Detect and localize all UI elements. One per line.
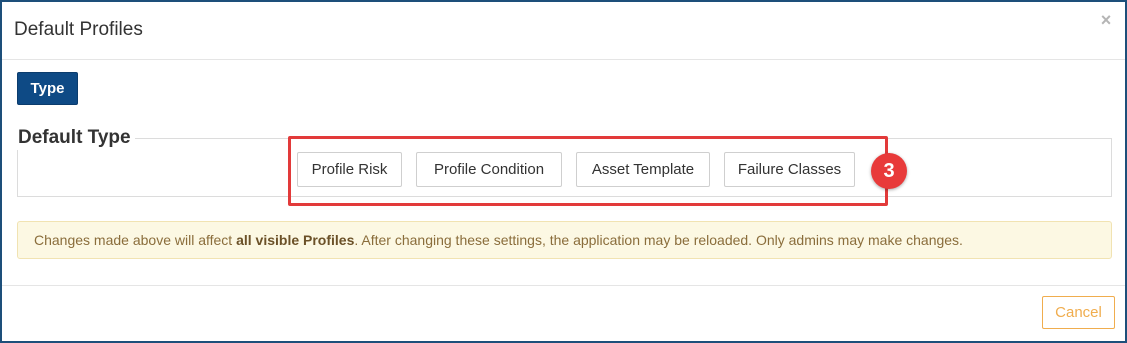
dialog-header: Default Profiles × [2,2,1125,60]
footer-divider [2,285,1125,286]
alert-bold-text: all visible Profiles [236,232,355,248]
type-button[interactable]: Type [17,72,78,105]
default-profiles-dialog: Default Profiles × Type Default Type Pro… [0,0,1127,343]
dialog-title: Default Profiles [14,19,143,40]
profile-risk-button[interactable]: Profile Risk [297,152,402,187]
close-icon[interactable]: × [1097,10,1115,30]
default-type-legend: Default Type [14,126,135,150]
alert-text-before: Changes made above will affect [34,232,237,248]
alert-text-after: . After changing these settings, the app… [354,232,963,248]
annotation-badge: 3 [871,153,907,189]
profile-condition-button[interactable]: Profile Condition [416,152,562,187]
failure-classes-button[interactable]: Failure Classes [724,152,855,187]
asset-template-button[interactable]: Asset Template [576,152,710,187]
warning-alert: Changes made above will affect all visib… [17,221,1112,259]
cancel-button[interactable]: Cancel [1042,296,1115,329]
